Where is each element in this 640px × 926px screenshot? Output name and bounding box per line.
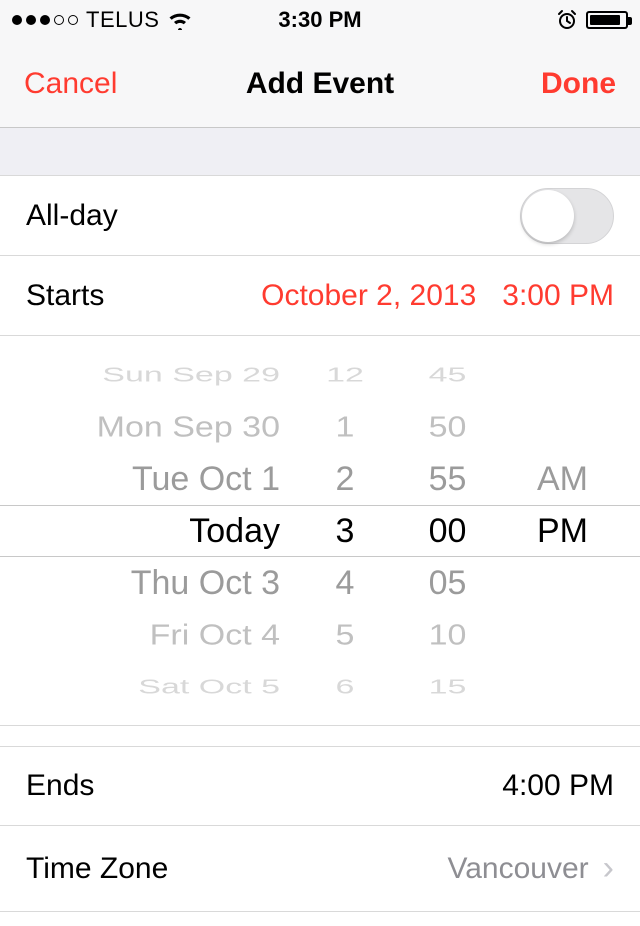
allday-label: All-day: [26, 199, 118, 233]
starts-date: October 2, 2013: [261, 279, 476, 313]
ends-value: 4:00 PM: [502, 769, 614, 803]
ends-row[interactable]: Ends 4:00 PM: [0, 746, 640, 826]
starts-row[interactable]: Starts October 2, 2013 3:00 PM: [0, 256, 640, 336]
navbar: Cancel Add Event Done: [0, 40, 640, 128]
allday-row: All-day: [0, 176, 640, 256]
picker-date-column[interactable]: Sat Sep 28 Sun Sep 29 Mon Sep 30 Tue Oct…: [10, 336, 300, 725]
status-time: 3:30 PM: [0, 7, 640, 33]
timezone-value: Vancouver: [447, 852, 588, 886]
datetime-picker[interactable]: Sat Sep 28 Sun Sep 29 Mon Sep 30 Tue Oct…: [0, 336, 640, 726]
allday-toggle[interactable]: [520, 188, 614, 244]
picker-hour-column[interactable]: 11 12 1 2 3 4 5 6 7: [300, 336, 390, 725]
timezone-row[interactable]: Time Zone Vancouver ›: [0, 826, 640, 912]
picker-ampm-column[interactable]: . . . AM PM . . . .: [505, 336, 620, 725]
done-button[interactable]: Done: [541, 67, 616, 101]
chevron-right-icon: ›: [603, 849, 614, 888]
ends-label: Ends: [26, 769, 94, 803]
picker-minute-column[interactable]: 40 45 50 55 00 05 10 15 20: [390, 336, 505, 725]
timezone-label: Time Zone: [26, 852, 168, 886]
starts-label: Starts: [26, 279, 104, 313]
battery-icon: [586, 11, 628, 29]
cancel-button[interactable]: Cancel: [24, 67, 117, 101]
starts-time: 3:00 PM: [502, 279, 614, 313]
status-bar: TELUS 3:30 PM: [0, 0, 640, 40]
section-gap: [0, 128, 640, 176]
